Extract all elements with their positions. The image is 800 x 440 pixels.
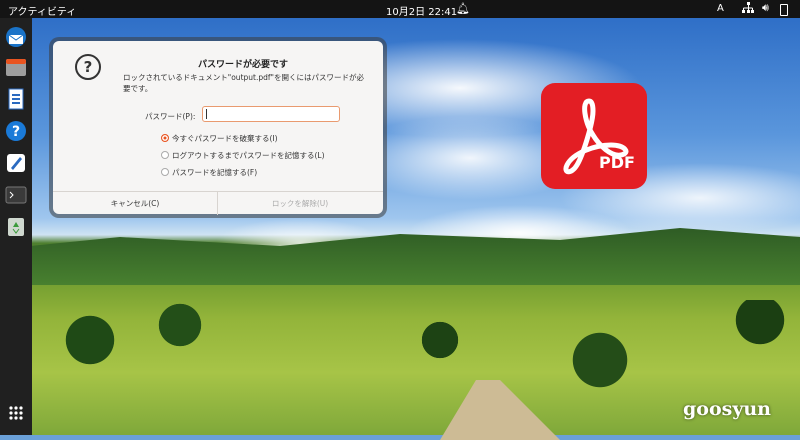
help-icon[interactable]: ?: [5, 120, 27, 142]
watermark: goosyun: [683, 398, 771, 420]
volume-icon[interactable]: 🔊︎: [762, 1, 769, 15]
dock: ?: [0, 18, 32, 435]
radio-remember-forever[interactable]: パスワードを記憶する(F): [161, 167, 257, 178]
radio-remember-until-logout[interactable]: ログアウトするまでパスワードを記憶する(L): [161, 150, 325, 161]
text-editor-icon[interactable]: [5, 152, 27, 174]
battery-icon[interactable]: [780, 4, 788, 16]
pdf-logo-text: PDF: [599, 153, 635, 172]
top-bar: アクティビティ 10月2日 22:41 🔔︎ A 🔊︎: [0, 0, 800, 18]
wallpaper-trees: [0, 300, 800, 400]
radio-forget-now-label: 今すぐパスワードを破棄する(I): [172, 134, 278, 143]
libreoffice-writer-icon[interactable]: [5, 88, 27, 110]
trash-icon[interactable]: [5, 216, 27, 238]
acrobat-swirl-icon: [563, 98, 629, 175]
dialog-title: パスワードが必要です: [197, 60, 288, 70]
cancel-button[interactable]: キャンセル(C): [53, 192, 218, 215]
radio-dot: [161, 168, 169, 176]
activities-button[interactable]: アクティビティ: [8, 3, 76, 18]
notification-bell-icon[interactable]: 🔔︎: [456, 2, 470, 15]
thunderbird-icon[interactable]: [5, 26, 27, 48]
radio-forget-now[interactable]: 今すぐパスワードを破棄する(I): [161, 133, 278, 144]
dialog-footer: キャンセル(C) ロックを解除(U): [53, 191, 383, 215]
text-caret: [206, 109, 207, 119]
radio-dot: [161, 134, 169, 142]
acrobat-pdf-logo: PDF: [541, 83, 647, 189]
radio-dot: [161, 151, 169, 159]
unlock-button[interactable]: ロックを解除(U): [218, 192, 382, 215]
password-input[interactable]: [202, 106, 340, 122]
dialog-message: ロックされているドキュメント"output.pdf"を開くにはパスワードが必要で…: [123, 73, 364, 93]
clock[interactable]: 10月2日 22:41: [386, 3, 457, 18]
files-icon[interactable]: [5, 56, 27, 78]
radio-remember-forever-label: パスワードを記憶する(F): [172, 168, 258, 177]
question-icon: ?: [75, 54, 101, 80]
radio-remember-until-logout-label: ログアウトするまでパスワードを記憶する(L): [172, 151, 325, 160]
password-dialog: ? パスワードが必要です ロックされているドキュメント"output.pdf"を…: [53, 41, 383, 215]
input-method-indicator[interactable]: A: [717, 3, 724, 14]
terminal-icon[interactable]: [5, 184, 27, 206]
show-apps-icon[interactable]: [5, 402, 27, 424]
password-label: パスワード(P):: [145, 112, 196, 121]
svg-text:?: ?: [12, 124, 20, 140]
network-icon[interactable]: [742, 2, 754, 17]
